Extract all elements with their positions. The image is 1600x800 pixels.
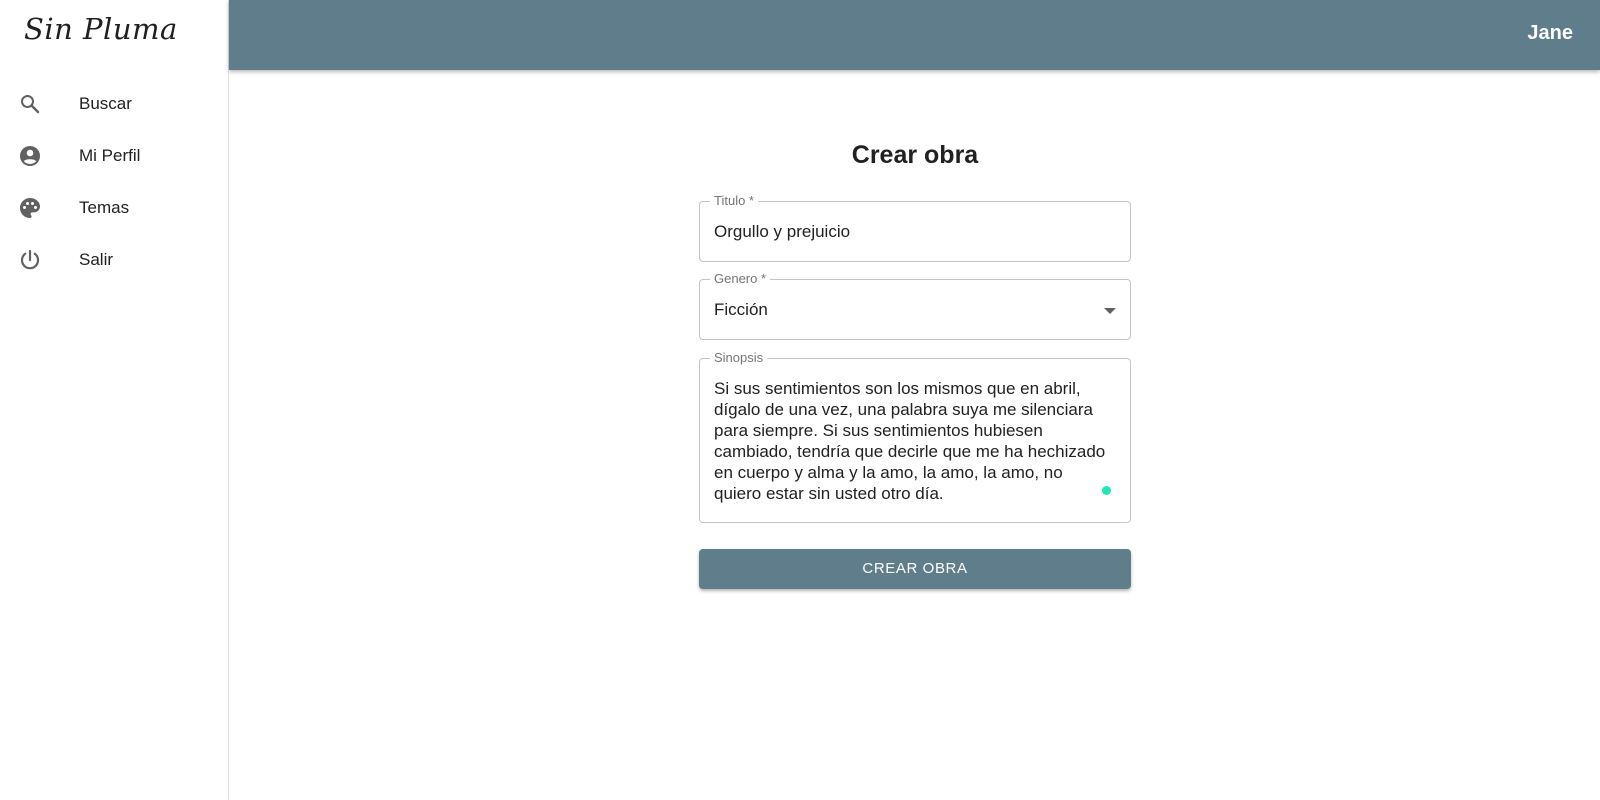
- sidebar-item-salir[interactable]: Salir: [0, 234, 228, 286]
- sinopsis-field[interactable]: Sinopsis Si sus sentimientos son los mis…: [699, 350, 1131, 523]
- sidebar-item-mi-perfil[interactable]: Mi Perfil: [0, 130, 228, 182]
- titulo-field[interactable]: Titulo * Orgullo y prejuicio: [699, 193, 1131, 262]
- brand-logo[interactable]: Sin Pluma: [24, 12, 178, 46]
- palette-icon: [20, 198, 40, 218]
- sidebar-item-label: Buscar: [79, 94, 132, 113]
- sinopsis-textarea[interactable]: Si sus sentimientos son los mismos que e…: [714, 378, 1109, 504]
- titulo-label: Titulo *: [710, 193, 758, 209]
- sidebar-item-label: Mi Perfil: [79, 146, 141, 165]
- genero-label: Genero *: [710, 271, 771, 287]
- genero-selected-value[interactable]: Ficción: [714, 300, 768, 320]
- status-dot-icon: [1102, 486, 1111, 495]
- titulo-input[interactable]: Orgullo y prejuicio: [714, 222, 850, 242]
- top-app-bar: Jane: [229, 0, 1600, 70]
- genero-select[interactable]: Genero * Ficción: [699, 271, 1131, 340]
- page-title: Crear obra: [851, 141, 979, 169]
- sidebar-item-label: Temas: [79, 198, 130, 217]
- search-icon: [21, 95, 40, 114]
- account-circle-icon: [20, 146, 40, 166]
- sidebar-item-label: Salir: [79, 250, 114, 269]
- power-icon: [20, 249, 40, 270]
- user-name[interactable]: Jane: [1527, 22, 1573, 45]
- sidebar-item-temas[interactable]: Temas: [0, 182, 228, 234]
- sidebar-nav: Buscar Mi Perfil Temas Salir: [0, 78, 228, 286]
- sinopsis-label: Sinopsis: [710, 350, 768, 366]
- crear-obra-button[interactable]: CREAR OBRA: [699, 549, 1131, 589]
- dropdown-arrow-icon[interactable]: [1104, 308, 1116, 314]
- sidebar-item-buscar[interactable]: Buscar: [0, 78, 228, 130]
- sidebar: Sin Pluma Buscar Mi Perfil Temas Salir: [0, 0, 229, 800]
